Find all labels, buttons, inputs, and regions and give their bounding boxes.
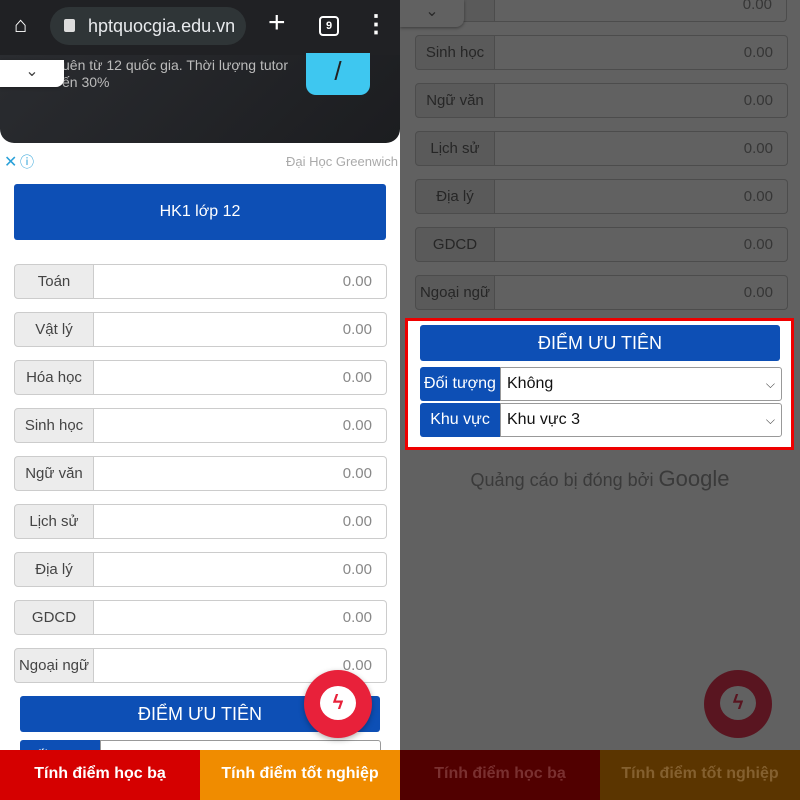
collapse-ad-button[interactable]: ⌄ bbox=[0, 60, 64, 87]
hoc-ba-tab[interactable]: Tính điểm học bạ bbox=[0, 750, 200, 800]
subject-row[interactable]: Lịch sử 0.00 bbox=[14, 504, 387, 539]
subject-row[interactable]: Địa lý 0.00 bbox=[415, 179, 788, 214]
hoc-ba-tab[interactable]: Tính điểm học bạ bbox=[400, 750, 600, 800]
score-input[interactable]: 0.00 bbox=[94, 600, 387, 635]
subject-row[interactable]: Ngoại ngữ 0.00 bbox=[415, 275, 788, 310]
right-screenshot: ọc0.00 ⌄ Sinh học0.00Ngữ văn0.00Lịch sử0… bbox=[400, 0, 800, 800]
messenger-button[interactable]: ϟ bbox=[304, 670, 372, 738]
chevron-down-icon: ⌵ bbox=[765, 377, 775, 391]
messenger-icon: ϟ bbox=[720, 686, 756, 720]
subject-label: Ngữ văn bbox=[415, 83, 495, 118]
advertiser-name: Đại Học Greenwich bbox=[286, 154, 398, 169]
subject-row[interactable]: Sinh học 0.00 bbox=[415, 35, 788, 70]
subject-row[interactable]: GDCD 0.00 bbox=[415, 227, 788, 262]
subject-label: Vật lý bbox=[14, 312, 94, 347]
subject-label: Hóa học bbox=[14, 360, 94, 395]
subject-row[interactable]: Ngữ văn 0.00 bbox=[14, 456, 387, 491]
subject-label: Sinh học bbox=[415, 35, 495, 70]
khu-vuc-label: Khu vực bbox=[420, 403, 500, 437]
score-input[interactable]: 0.00 bbox=[94, 360, 387, 395]
khu-vuc-row[interactable]: Khu vực Khu vực 3 ⌵ bbox=[420, 403, 782, 437]
semester-button[interactable]: HK1 lớp 12 bbox=[14, 184, 386, 240]
subject-label: Địa lý bbox=[14, 552, 94, 587]
chevron-down-icon: ⌵ bbox=[765, 413, 775, 427]
subject-label: GDCD bbox=[14, 600, 94, 635]
priority-header: ĐIỂM ƯU TIÊN bbox=[420, 325, 780, 361]
doi-tuong-label: Đối tượng bbox=[420, 367, 500, 401]
messenger-button[interactable]: ϟ bbox=[704, 670, 772, 738]
subject-row[interactable]: Sinh học 0.00 bbox=[14, 408, 387, 443]
subject-label: Toán bbox=[14, 264, 94, 299]
doi-tuong-value: Không bbox=[507, 375, 554, 392]
subject-label: Ngoại ngữ bbox=[415, 275, 495, 310]
score-input[interactable]: 0.00 bbox=[495, 35, 788, 70]
score-input[interactable]: 0.00 bbox=[94, 264, 387, 299]
lock-icon bbox=[64, 19, 75, 32]
subject-row[interactable]: Hóa học 0.00 bbox=[14, 360, 387, 395]
score-input[interactable]: 0.00 bbox=[495, 83, 788, 118]
tab-count-button[interactable]: 9 bbox=[319, 16, 339, 36]
url-text: hptquocgia.edu.vn bbox=[88, 16, 236, 36]
subject-label: Địa lý bbox=[415, 179, 495, 214]
score-input[interactable]: 0.00 bbox=[94, 408, 387, 443]
subject-row[interactable]: Địa lý 0.00 bbox=[14, 552, 387, 587]
browser-toolbar: ⌂ hptquocgia.edu.vn + 9 ⋮ bbox=[0, 0, 400, 55]
chevron-down-icon: ⌄ bbox=[425, 3, 439, 20]
score-input[interactable]: 0.00 bbox=[94, 504, 387, 539]
khu-vuc-select[interactable]: Khu vực 3 ⌵ bbox=[500, 403, 782, 437]
doi-tuong-row[interactable]: Đối tượng Không ⌵ bbox=[420, 367, 782, 401]
close-ad-icon[interactable]: ✕ bbox=[4, 152, 17, 172]
khu-vuc-value: Khu vực 3 bbox=[507, 411, 580, 428]
subject-row[interactable]: Toán 0.00 bbox=[14, 264, 387, 299]
home-icon[interactable]: ⌂ bbox=[14, 12, 27, 38]
new-tab-icon[interactable]: + bbox=[268, 6, 286, 40]
subject-row[interactable]: Lịch sử 0.00 bbox=[415, 131, 788, 166]
info-icon[interactable]: ⓘ bbox=[20, 152, 34, 172]
ad-arrow-button[interactable]: / bbox=[306, 53, 370, 95]
chevron-down-icon: ⌄ bbox=[25, 63, 39, 80]
score-input[interactable]: 0.00 bbox=[495, 131, 788, 166]
google-logo: Google bbox=[658, 466, 730, 491]
more-menu-icon[interactable]: ⋮ bbox=[364, 10, 388, 39]
subject-label: Lịch sử bbox=[415, 131, 495, 166]
address-bar[interactable]: hptquocgia.edu.vn bbox=[50, 7, 246, 45]
subject-label: GDCD bbox=[415, 227, 495, 262]
ad-closed-notice: Quảng cáo bị đóng bởi Google bbox=[400, 466, 800, 492]
ad-attribution: ✕ ⓘ Đại Học Greenwich bbox=[0, 152, 400, 172]
subject-row[interactable]: GDCD 0.00 bbox=[14, 600, 387, 635]
subject-label: Sinh học bbox=[14, 408, 94, 443]
score-input[interactable]: 0.00 bbox=[94, 552, 387, 587]
ad-text: uên từ 12 quốc gia. Thời lượng tutor bbox=[62, 57, 288, 73]
doi-tuong-select[interactable]: Không ⌵ bbox=[500, 367, 782, 401]
subject-label: Ngữ văn bbox=[14, 456, 94, 491]
ad-text: ến 30% bbox=[62, 74, 110, 90]
score-input[interactable]: 0.00 bbox=[495, 227, 788, 262]
score-input[interactable]: 0.00 bbox=[495, 179, 788, 214]
messenger-icon: ϟ bbox=[320, 686, 356, 720]
subject-row[interactable]: Vật lý 0.00 bbox=[14, 312, 387, 347]
score-input[interactable]: 0.00 bbox=[94, 312, 387, 347]
subject-row[interactable]: Ngữ văn 0.00 bbox=[415, 83, 788, 118]
subject-label: Lịch sử bbox=[14, 504, 94, 539]
score-input[interactable]: 0.00 bbox=[495, 275, 788, 310]
left-screenshot: ⌂ hptquocgia.edu.vn + 9 ⋮ uên từ 12 quốc… bbox=[0, 0, 400, 800]
subject-label: Ngoại ngữ bbox=[14, 648, 94, 683]
collapse-ad-button[interactable]: ⌄ bbox=[400, 0, 464, 27]
score-input[interactable]: 0.00 bbox=[94, 456, 387, 491]
subject-row[interactable]: ọc0.00 bbox=[415, 0, 787, 22]
tot-nghiep-tab[interactable]: Tính điểm tốt nghiệp bbox=[600, 750, 800, 800]
ad-closed-text: Quảng cáo bị đóng bởi bbox=[470, 470, 654, 490]
highlighted-priority-section: ĐIỂM ƯU TIÊN Đối tượng Không ⌵ Khu vực Khu … bbox=[405, 318, 794, 450]
tot-nghiep-tab[interactable]: Tính điểm tốt nghiệp bbox=[200, 750, 400, 800]
score-input[interactable]: 0.00 bbox=[495, 0, 787, 22]
